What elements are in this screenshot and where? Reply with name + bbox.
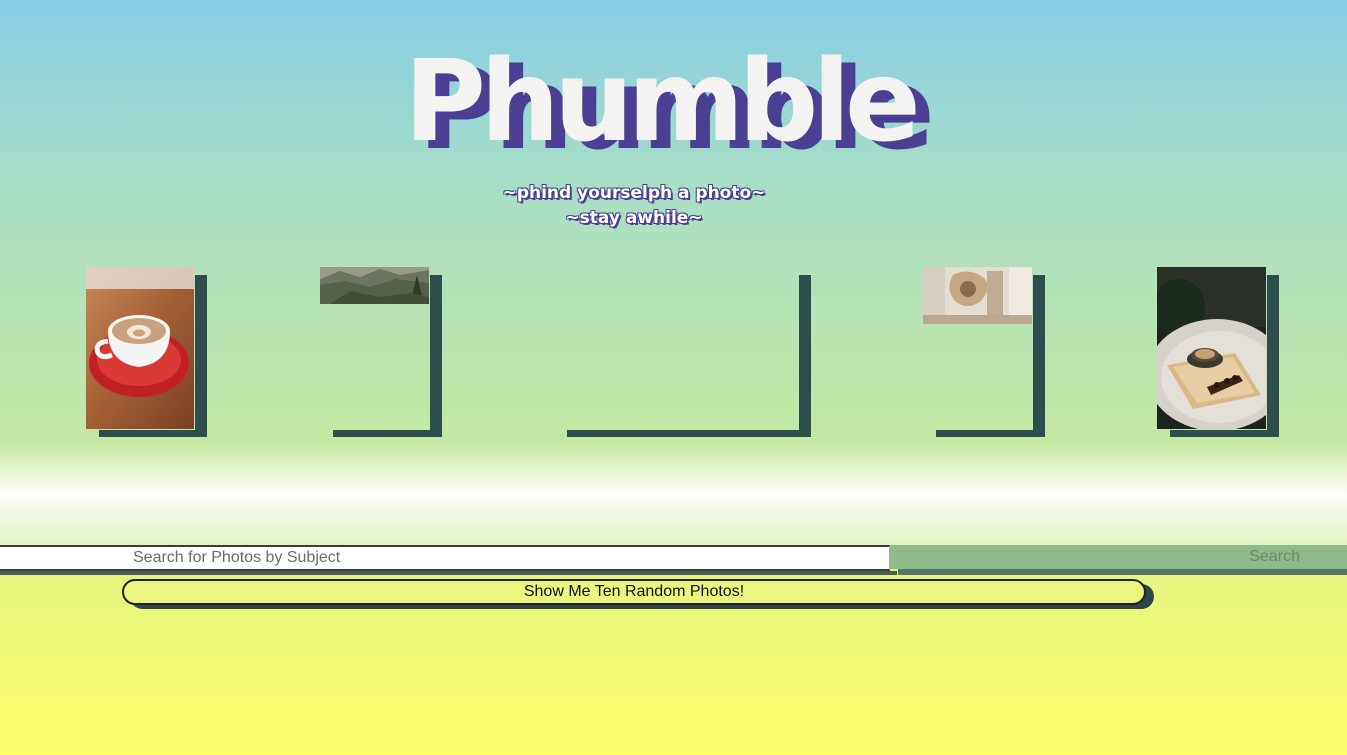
search-button-shadow bbox=[898, 569, 1347, 575]
mountain-photo-icon bbox=[320, 267, 429, 304]
tagline-secondary: ~stay awhile~ bbox=[565, 208, 703, 228]
random-photos-button[interactable]: Show Me Ten Random Photos! bbox=[122, 579, 1146, 605]
site-title: Phumble Phumble bbox=[400, 46, 935, 176]
bottom-background bbox=[0, 545, 1347, 755]
site-title-text: Phumble bbox=[404, 37, 921, 167]
tagline-primary: ~phind yourselph a photo~ bbox=[502, 183, 766, 203]
photo-image[interactable] bbox=[923, 267, 1032, 324]
photo-shadow bbox=[567, 275, 811, 437]
photo-image[interactable] bbox=[1157, 267, 1266, 429]
search-button[interactable]: Search bbox=[890, 545, 1347, 569]
glow-band bbox=[0, 445, 1347, 545]
photo-image[interactable] bbox=[86, 267, 194, 429]
search-input[interactable] bbox=[0, 545, 890, 571]
search-input-underline bbox=[0, 571, 897, 575]
coffee-table-photo-icon bbox=[1157, 267, 1266, 429]
photo-image[interactable] bbox=[320, 267, 429, 304]
latte-photo-icon bbox=[86, 267, 194, 429]
interior-photo-icon bbox=[923, 267, 1032, 324]
